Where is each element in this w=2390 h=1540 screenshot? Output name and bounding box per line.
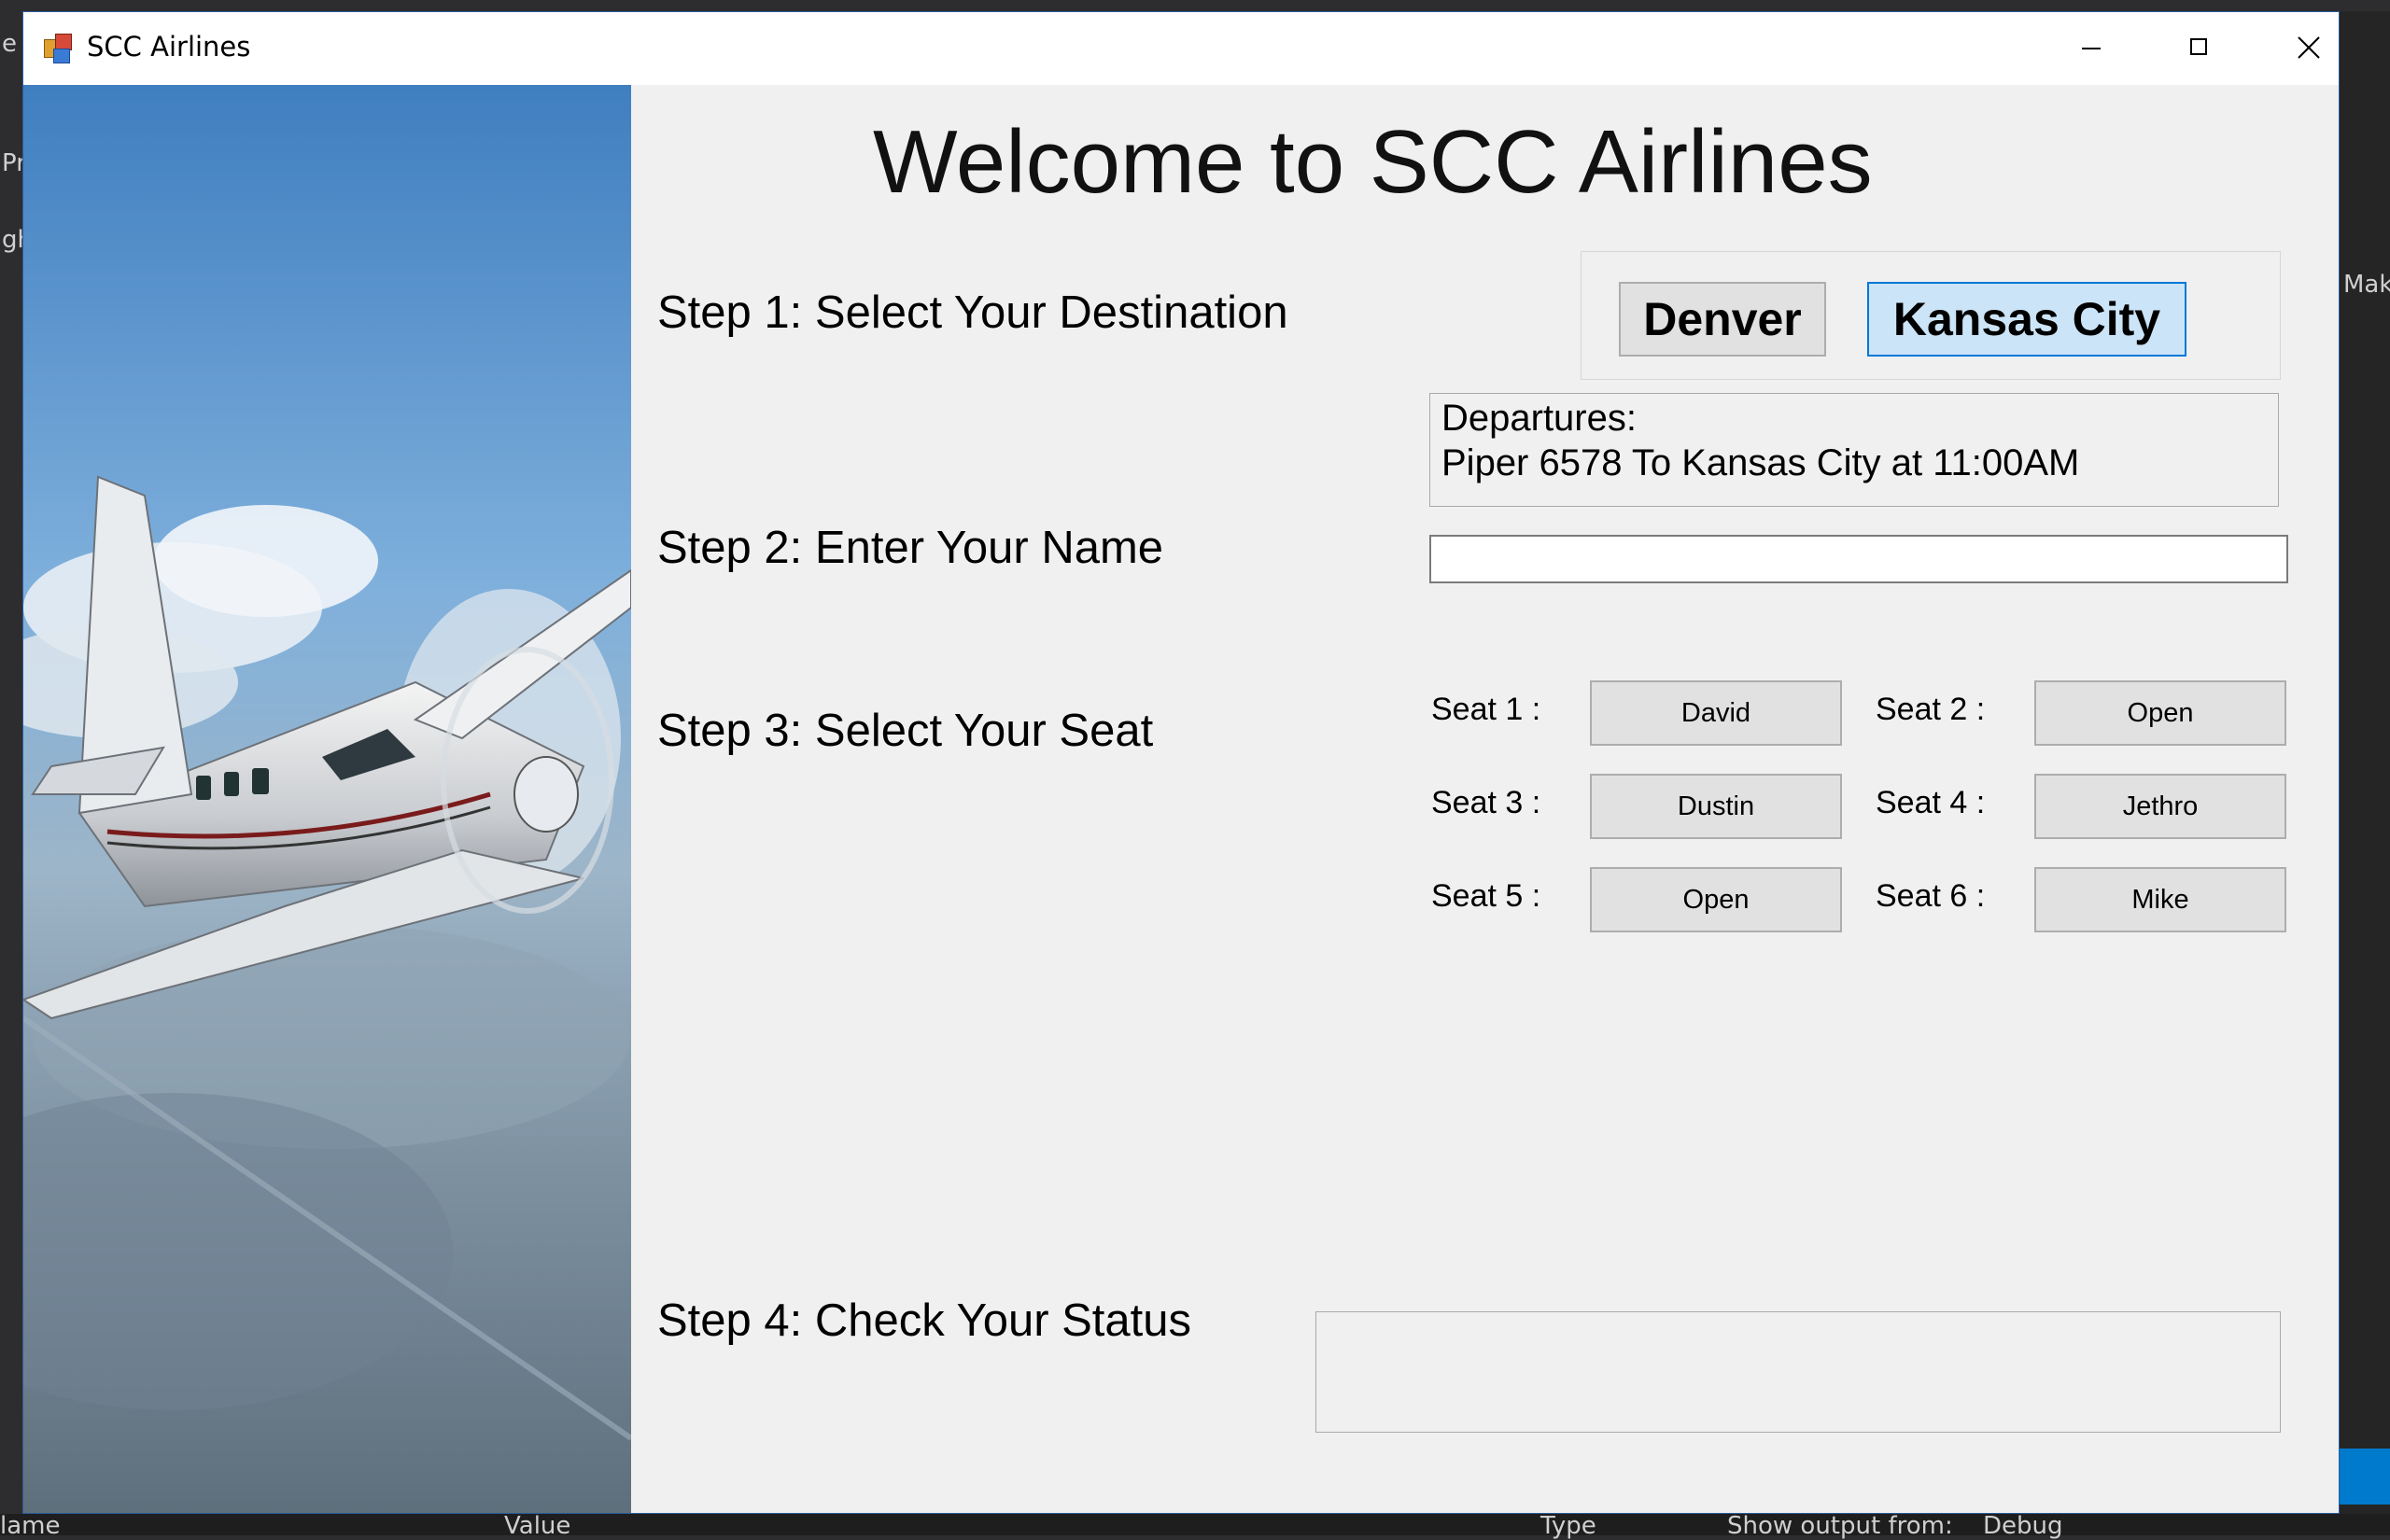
- kansas-city-button[interactable]: Kansas City: [1867, 282, 2186, 357]
- welcome-heading: Welcome to SCC Airlines: [873, 112, 1873, 212]
- seat1-button[interactable]: David: [1590, 680, 1842, 746]
- seat5-button[interactable]: Open: [1590, 867, 1842, 932]
- step3-label: Step 3: Select Your Seat: [657, 706, 1154, 756]
- denver-button[interactable]: Denver: [1619, 282, 1826, 357]
- seat4-button[interactable]: Jethro: [2034, 774, 2286, 839]
- seat6-label: Seat 6 :: [1876, 878, 1986, 914]
- seat6-button[interactable]: Mike: [2034, 867, 2286, 932]
- ide-right-fragment: Mak: [2343, 271, 2390, 299]
- seat4-label: Seat 4 :: [1876, 785, 1986, 820]
- minimize-button[interactable]: [2040, 12, 2143, 85]
- ide-right-panel: Mak: [2340, 11, 2390, 1535]
- maximize-button[interactable]: [2148, 12, 2251, 85]
- form-client-area: Welcome to SCC Airlines Step 1: Select Y…: [23, 85, 2339, 1513]
- ide-bottom-fragment: Type: [1540, 1512, 1596, 1540]
- seat2-button[interactable]: Open: [2034, 680, 2286, 746]
- ide-left-panel: e Pr gh: [0, 11, 33, 1535]
- close-button[interactable]: [2256, 12, 2339, 85]
- airplane-image: [23, 85, 631, 1513]
- seat3-label: Seat 3 :: [1431, 785, 1541, 820]
- seat1-label: Seat 1 :: [1431, 692, 1541, 727]
- destination-group: Denver Kansas City: [1581, 251, 2281, 380]
- status-box: [1315, 1311, 2281, 1433]
- ide-bottom-fragment: lame: [0, 1512, 61, 1540]
- step2-label: Step 2: Enter Your Name: [657, 523, 1164, 573]
- close-icon: [2298, 36, 2320, 59]
- seat2-label: Seat 2 :: [1876, 692, 1986, 727]
- ide-bottom-fragment: Value: [504, 1512, 571, 1540]
- departures-header: Departures:: [1441, 398, 1637, 439]
- departure-flight: Piper 6578 To Kansas City at 11:00AM: [1441, 442, 2080, 483]
- ide-output-source[interactable]: Debug: [1983, 1512, 2063, 1540]
- ide-left-fragment: e: [2, 30, 17, 58]
- ide-title-bar: [0, 0, 2390, 11]
- step4-label: Step 4: Check Your Status: [657, 1295, 1192, 1346]
- step1-label: Step 1: Select Your Destination: [657, 287, 1288, 338]
- app-window: SCC Airlines Welcome to SCC Airlines Ste…: [22, 11, 2340, 1514]
- seat3-button[interactable]: Dustin: [1590, 774, 1842, 839]
- ide-status-strip: [2340, 1449, 2390, 1505]
- window-title: SCC Airlines: [87, 31, 251, 63]
- departures-box: Departures: Piper 6578 To Kansas City at…: [1429, 393, 2279, 507]
- ide-output-bar: lame Value Type Show output from: Debug: [0, 1512, 2390, 1540]
- seat5-label: Seat 5 :: [1431, 878, 1541, 914]
- ide-output-label: Show output from:: [1727, 1512, 1953, 1540]
- name-input[interactable]: [1429, 535, 2288, 583]
- app-icon: [44, 34, 74, 63]
- title-bar[interactable]: SCC Airlines: [23, 12, 2339, 85]
